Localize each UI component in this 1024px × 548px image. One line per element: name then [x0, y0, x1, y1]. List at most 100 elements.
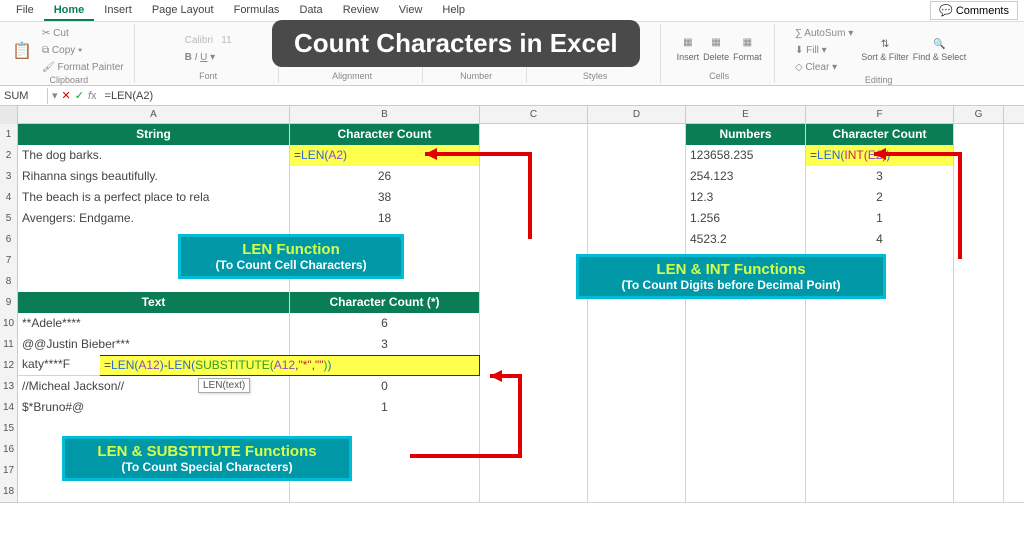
row-header[interactable]: 18 — [0, 481, 18, 503]
cell[interactable]: @@Justin Bieber*** — [18, 334, 290, 356]
cell[interactable]: Numbers — [686, 124, 806, 146]
paste-icon[interactable]: 📋 — [10, 39, 34, 63]
cell[interactable]: 18 — [290, 208, 480, 230]
col-header-g[interactable]: G — [954, 106, 1004, 124]
cell[interactable]: 1.256 — [686, 208, 806, 230]
cell[interactable] — [1004, 187, 1024, 209]
col-header-c[interactable]: C — [480, 106, 588, 124]
cell[interactable]: 3 — [290, 334, 480, 356]
row-header[interactable]: 16 — [0, 439, 18, 461]
cell[interactable]: 0 — [290, 376, 480, 398]
cell[interactable] — [1004, 124, 1024, 146]
cell[interactable]: 4523.2 — [686, 229, 806, 251]
cell-formula[interactable]: =LEN(INT(E2)) — [806, 145, 954, 167]
col-header-e[interactable]: E — [686, 106, 806, 124]
tab-help[interactable]: Help — [432, 1, 475, 21]
cell[interactable] — [480, 124, 588, 146]
cell[interactable]: Rihanna sings beautifully. — [18, 166, 290, 188]
cell[interactable]: The beach is a perfect place to rela — [18, 187, 290, 209]
cell[interactable] — [954, 124, 1004, 146]
cell[interactable]: 26 — [290, 166, 480, 188]
col-header-f[interactable]: F — [806, 106, 954, 124]
row-header[interactable]: 13 — [0, 376, 18, 398]
row-header[interactable]: 7 — [0, 250, 18, 272]
row-header[interactable]: 10 — [0, 313, 18, 335]
tab-formulas[interactable]: Formulas — [224, 1, 290, 21]
cell[interactable] — [588, 124, 686, 146]
cell[interactable]: The dog barks. — [18, 145, 290, 167]
cell[interactable] — [954, 208, 1004, 230]
cell[interactable]: katy****F — [18, 355, 100, 376]
tab-insert[interactable]: Insert — [94, 1, 142, 21]
autosum-button[interactable]: ∑ AutoSum ▾ — [791, 26, 857, 41]
row-header[interactable]: 12 — [0, 355, 18, 377]
cell[interactable] — [954, 166, 1004, 188]
cell[interactable]: Character Count — [806, 124, 954, 146]
cell[interactable] — [1004, 166, 1024, 188]
tab-data[interactable]: Data — [289, 1, 332, 21]
cell[interactable] — [480, 208, 588, 230]
cell[interactable] — [954, 187, 1004, 209]
cell[interactable]: 2 — [806, 187, 954, 209]
tab-home[interactable]: Home — [44, 1, 95, 21]
cell[interactable] — [588, 166, 686, 188]
row-header[interactable]: 5 — [0, 208, 18, 230]
italic-button[interactable]: I — [195, 52, 198, 63]
formula-input[interactable]: =LEN(A2) — [101, 88, 1024, 104]
comments-button[interactable]: 💬 Comments — [930, 1, 1018, 20]
cell[interactable]: Character Count — [290, 124, 480, 146]
insert-button[interactable]: ▦ — [679, 35, 696, 50]
cell[interactable] — [954, 229, 1004, 251]
underline-button[interactable]: U — [200, 52, 207, 63]
row-header[interactable]: 9 — [0, 292, 18, 314]
cell[interactable] — [480, 187, 588, 209]
name-box[interactable]: SUM — [0, 88, 48, 104]
format-button[interactable]: ▦ — [739, 35, 756, 50]
cell[interactable]: 6 — [290, 313, 480, 335]
row-header[interactable]: 3 — [0, 166, 18, 188]
row-header[interactable]: 2 — [0, 145, 18, 167]
cell[interactable]: 1 — [806, 208, 954, 230]
row-header[interactable]: 14 — [0, 397, 18, 419]
cell[interactable]: Character Count (*) — [290, 292, 480, 314]
cell[interactable] — [1004, 229, 1024, 251]
cell[interactable] — [588, 229, 686, 251]
cell[interactable]: String — [18, 124, 290, 146]
cell[interactable]: 3 — [806, 166, 954, 188]
cell[interactable]: 1 — [290, 397, 480, 419]
cell[interactable] — [1004, 145, 1024, 167]
tab-review[interactable]: Review — [333, 1, 389, 21]
bold-button[interactable]: B — [185, 52, 192, 63]
cell[interactable]: 38 — [290, 187, 480, 209]
cell[interactable]: Avengers: Endgame. — [18, 208, 290, 230]
fx-icon[interactable]: fx — [88, 90, 97, 102]
chevron-down-icon[interactable]: ▾ — [52, 89, 58, 102]
row-header[interactable]: 15 — [0, 418, 18, 440]
tab-file[interactable]: File — [6, 1, 44, 21]
cell[interactable]: **Adele**** — [18, 313, 290, 335]
cell[interactable]: 123658.235 — [686, 145, 806, 167]
col-header-a[interactable]: A — [18, 106, 290, 124]
col-header-b[interactable]: B — [290, 106, 480, 124]
cell[interactable]: Text — [18, 292, 290, 314]
format-painter-button[interactable]: 🖌 Format Painter — [38, 60, 128, 75]
find-select-icon[interactable]: 🔍 — [933, 39, 945, 50]
cell[interactable] — [480, 166, 588, 188]
cell[interactable] — [480, 229, 588, 251]
cell[interactable] — [588, 208, 686, 230]
row-header[interactable]: 1 — [0, 124, 18, 146]
col-header-h[interactable]: H — [1004, 106, 1024, 124]
row-header[interactable]: 11 — [0, 334, 18, 356]
fill-button[interactable]: ⬇ Fill ▾ — [791, 43, 857, 58]
row-header[interactable]: 4 — [0, 187, 18, 209]
sort-filter-icon[interactable]: ⇅ — [881, 39, 889, 50]
row-header[interactable]: 8 — [0, 271, 18, 293]
cell[interactable]: 12.3 — [686, 187, 806, 209]
col-header-d[interactable]: D — [588, 106, 686, 124]
cell[interactable]: 4 — [806, 229, 954, 251]
tab-view[interactable]: View — [389, 1, 433, 21]
cell[interactable] — [588, 187, 686, 209]
cell-active-formula[interactable]: =LEN(A2) — [290, 145, 480, 167]
row-header[interactable]: 6 — [0, 229, 18, 251]
cell[interactable]: 254.123 — [686, 166, 806, 188]
